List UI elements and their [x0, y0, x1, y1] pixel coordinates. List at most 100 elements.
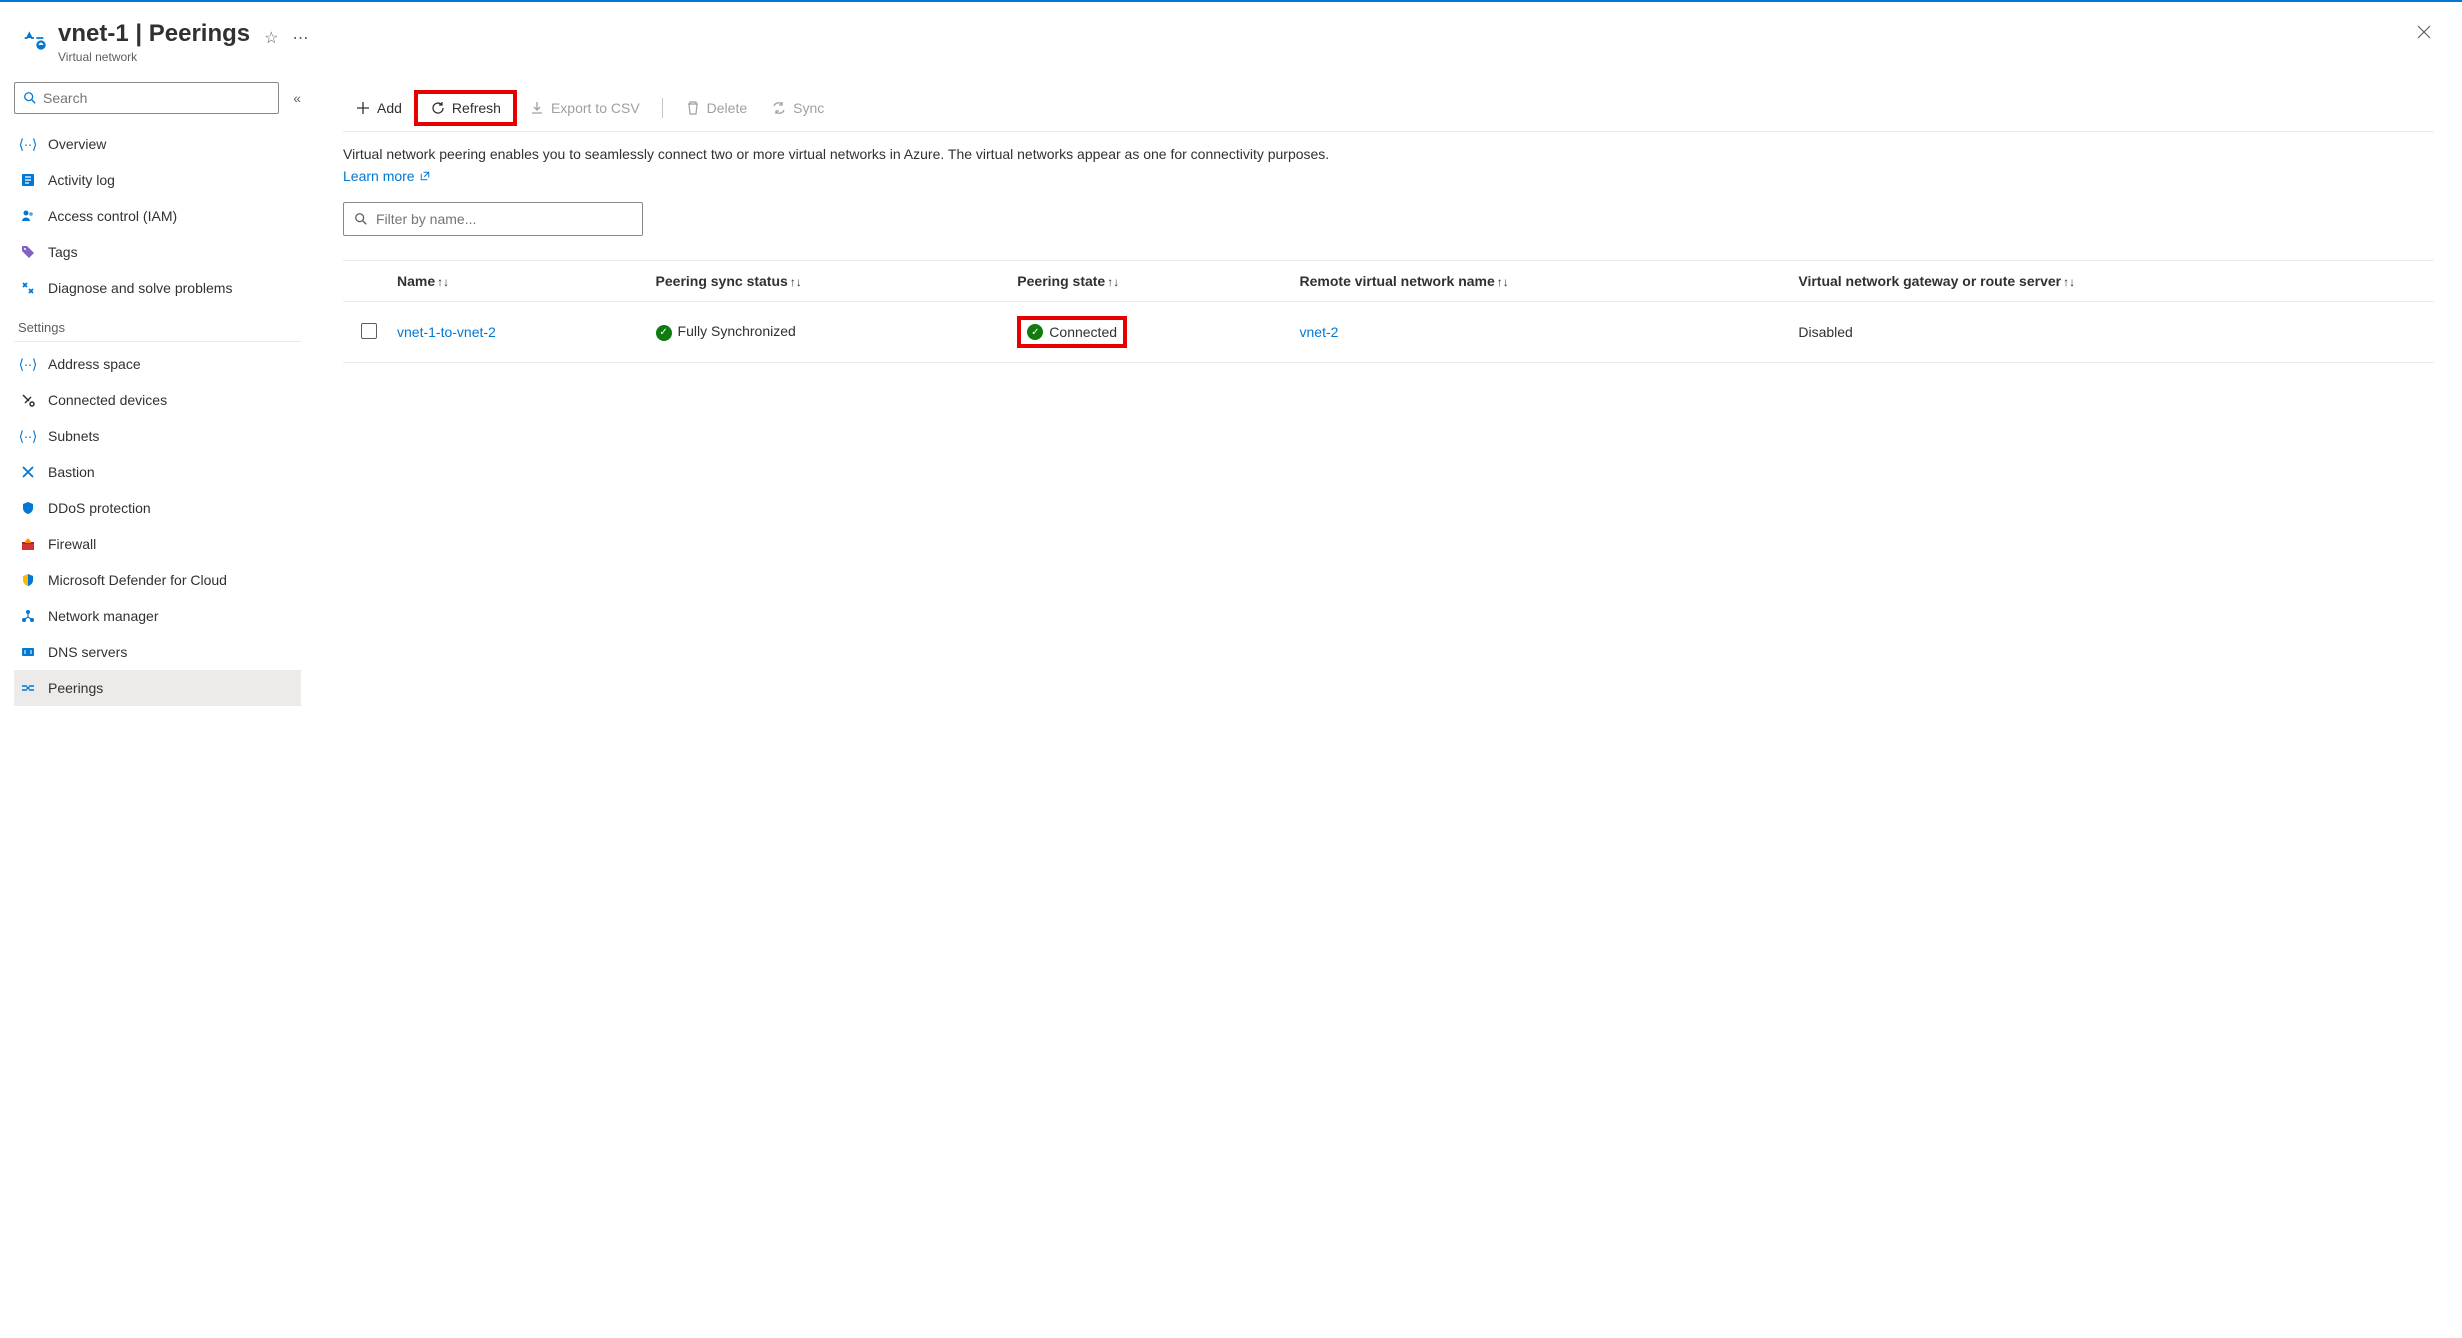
peerings-table: Name↑↓ Peering sync status↑↓ Peering sta… [343, 260, 2434, 363]
sidebar-item-label: Subnets [48, 428, 99, 444]
peering-name-link[interactable]: vnet-1-to-vnet-2 [397, 324, 496, 340]
add-button[interactable]: Add [343, 90, 414, 126]
cell-state: ✓Connected [1007, 302, 1289, 363]
sidebar-item-label: Diagnose and solve problems [48, 280, 232, 296]
bastion-icon [18, 462, 38, 482]
col-state[interactable]: Peering state↑↓ [1007, 261, 1289, 302]
delete-button[interactable]: Delete [673, 90, 759, 126]
toolbar-separator [662, 98, 663, 118]
close-button[interactable] [2416, 24, 2442, 40]
filter-input[interactable] [376, 211, 632, 227]
search-icon [354, 212, 368, 226]
sidebar-item-iam[interactable]: Access control (IAM) [14, 198, 301, 234]
refresh-button[interactable]: Refresh [414, 90, 517, 126]
export-label: Export to CSV [551, 100, 640, 116]
plus-icon [355, 100, 371, 116]
sidebar-item-overview[interactable]: ⟨∙∙⟩ Overview [14, 126, 301, 162]
delete-label: Delete [707, 100, 747, 116]
ddos-icon [18, 498, 38, 518]
header-checkbox-col [343, 261, 387, 302]
sidebar-item-label: Access control (IAM) [48, 208, 177, 224]
sidebar-item-defender[interactable]: Microsoft Defender for Cloud [14, 562, 301, 598]
learn-more-link[interactable]: Learn more [343, 168, 431, 184]
sidebar: « ⟨∙∙⟩ Overview Activity log Access cont… [0, 72, 315, 1338]
col-remote[interactable]: Remote virtual network name↑↓ [1290, 261, 1789, 302]
sidebar-item-network-manager[interactable]: Network manager [14, 598, 301, 634]
page-title-block: vnet-1 | Peerings Virtual network [58, 20, 250, 64]
sidebar-item-label: Address space [48, 356, 141, 372]
cell-remote: vnet-2 [1290, 302, 1789, 363]
sidebar-item-label: Network manager [48, 608, 159, 624]
more-button[interactable]: ⋯ [292, 28, 308, 48]
sidebar-item-ddos[interactable]: DDoS protection [14, 490, 301, 526]
favorite-button[interactable]: ☆ [264, 28, 278, 48]
remote-vnet-link[interactable]: vnet-2 [1300, 324, 1339, 340]
sidebar-item-activitylog[interactable]: Activity log [14, 162, 301, 198]
refresh-label: Refresh [452, 100, 501, 116]
sidebar-item-label: Connected devices [48, 392, 167, 408]
sidebar-item-address-space[interactable]: ⟨∙∙⟩ Address space [14, 346, 301, 382]
sidebar-item-firewall[interactable]: Firewall [14, 526, 301, 562]
sidebar-item-peerings[interactable]: Peerings [14, 670, 301, 706]
col-sync[interactable]: Peering sync status↑↓ [646, 261, 1008, 302]
download-icon [529, 100, 545, 116]
sort-icon: ↑↓ [790, 275, 802, 289]
search-icon [23, 91, 37, 105]
sidebar-search[interactable] [14, 82, 279, 114]
description-text: Virtual network peering enables you to s… [343, 146, 2434, 162]
export-button[interactable]: Export to CSV [517, 90, 652, 126]
cell-gateway: Disabled [1788, 302, 2434, 363]
sidebar-item-label: Tags [48, 244, 78, 260]
sidebar-item-dns[interactable]: DNS servers [14, 634, 301, 670]
main-content: Add Refresh Export to CSV [315, 72, 2462, 1338]
sidebar-item-diagnose[interactable]: Diagnose and solve problems [14, 270, 301, 306]
row-checkbox-cell[interactable] [343, 302, 387, 363]
sidebar-item-label: Microsoft Defender for Cloud [48, 572, 227, 588]
delete-icon [685, 100, 701, 116]
external-link-icon [419, 170, 431, 182]
table-row[interactable]: vnet-1-to-vnet-2 ✓Fully Synchronized ✓Co… [343, 302, 2434, 363]
sidebar-item-connected-devices[interactable]: Connected devices [14, 382, 301, 418]
sidebar-item-label: Firewall [48, 536, 96, 552]
sidebar-item-label: DDoS protection [48, 500, 151, 516]
netmgr-icon [18, 606, 38, 626]
subnets-icon: ⟨∙∙⟩ [18, 426, 38, 446]
page-title: vnet-1 | Peerings [58, 20, 250, 48]
sidebar-item-label: Peerings [48, 680, 103, 696]
cell-sync: ✓Fully Synchronized [646, 302, 1008, 363]
peerings-icon [18, 678, 38, 698]
iam-icon [18, 206, 38, 226]
defender-icon [18, 570, 38, 590]
sidebar-item-label: Bastion [48, 464, 95, 480]
sidebar-item-bastion[interactable]: Bastion [14, 454, 301, 490]
sidebar-item-label: Activity log [48, 172, 115, 188]
filter-input-wrapper[interactable] [343, 202, 643, 236]
tags-icon [18, 242, 38, 262]
devices-icon [18, 390, 38, 410]
page-subtitle: Virtual network [58, 50, 250, 64]
table-header-row: Name↑↓ Peering sync status↑↓ Peering sta… [343, 261, 2434, 302]
sync-button[interactable]: Sync [759, 90, 836, 126]
toolbar: Add Refresh Export to CSV [343, 84, 2434, 132]
sidebar-item-label: DNS servers [48, 644, 127, 660]
col-name[interactable]: Name↑↓ [387, 261, 646, 302]
sidebar-section-settings: Settings [14, 306, 301, 342]
sidebar-item-tags[interactable]: Tags [14, 234, 301, 270]
col-gateway[interactable]: Virtual network gateway or route server↑… [1788, 261, 2434, 302]
check-icon: ✓ [656, 325, 672, 341]
sort-icon: ↑↓ [1497, 275, 1509, 289]
sidebar-search-input[interactable] [43, 90, 270, 106]
page-header: vnet-1 | Peerings Virtual network ☆ ⋯ [0, 2, 2462, 72]
sync-icon [771, 100, 787, 116]
address-icon: ⟨∙∙⟩ [18, 354, 38, 374]
row-checkbox[interactable] [361, 323, 377, 339]
vnet-icon [20, 24, 48, 52]
refresh-icon [430, 100, 446, 116]
sidebar-item-label: Overview [48, 136, 106, 152]
sidebar-item-subnets[interactable]: ⟨∙∙⟩ Subnets [14, 418, 301, 454]
state-highlight: ✓Connected [1017, 316, 1127, 348]
cell-name: vnet-1-to-vnet-2 [387, 302, 646, 363]
overview-icon: ⟨∙∙⟩ [18, 134, 38, 154]
collapse-sidebar-button[interactable]: « [293, 90, 301, 106]
dns-icon [18, 642, 38, 662]
